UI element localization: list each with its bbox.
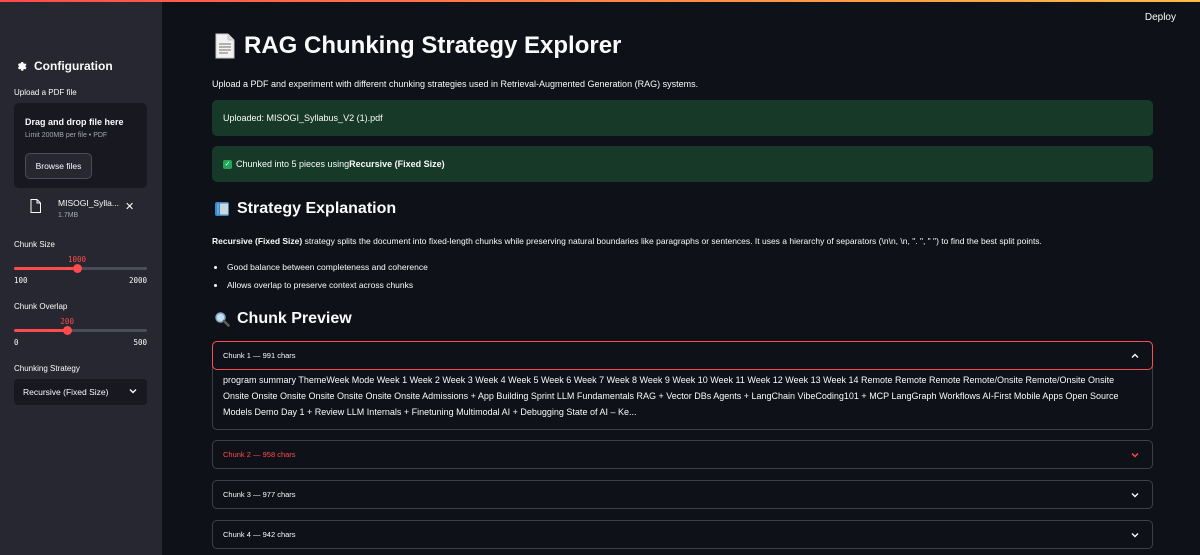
preview-heading: Chunk Preview [214,310,352,328]
file-dropzone[interactable]: Drag and drop file here Limit 200MB per … [14,103,147,188]
chunk-overlap-label: Chunk Overlap [14,302,68,311]
chunk-size-label: Chunk Size [14,240,55,249]
file-size: 1.7MB [58,212,79,219]
intro-text: Upload a PDF and experiment with differe… [212,79,699,89]
chunk-size-slider[interactable]: 1000 100 2000 [14,255,147,286]
chunk-expander-header[interactable]: Chunk 3 — 977 chars [213,481,1152,508]
chunk-overlap-slider[interactable]: 200 0 500 [14,317,147,348]
chevron-down-icon [1131,533,1139,538]
slider-value: 200 [60,317,74,326]
sidebar-title: Configuration [16,59,113,73]
gear-icon [17,62,27,71]
chunk-label: Chunk 2 — 958 chars [223,450,296,459]
upload-success-text: Uploaded: MISOGI_Syllabus_V2 (1).pdf [223,113,383,123]
page-title: RAG Chunking Strategy Explorer [214,32,621,60]
magnifier-icon [215,312,230,327]
chunk-label: Chunk 3 — 977 chars [223,490,296,499]
slider-min: 100 [14,276,28,285]
slider-track [14,329,147,332]
chunk-expander-header[interactable]: Chunk 1 — 991 chars [212,341,1153,370]
list-item: Good balance between completeness and co… [214,262,428,272]
chunk-success-text: Chunked into 5 pieces using [236,159,350,169]
sidebar-title-text: Configuration [34,59,113,73]
dropzone-title: Drag and drop file here [25,117,124,127]
chunk-expander-2: Chunk 2 — 958 chars [212,440,1153,469]
sidebar: Configuration Upload a PDF file Drag and… [0,2,162,555]
slider-thumb[interactable] [72,264,82,273]
page-title-text: RAG Chunking Strategy Explorer [244,32,622,59]
strategy-select-value: Recursive (Fixed Size) [23,387,109,397]
slider-thumb[interactable] [62,326,72,335]
dropzone-limit: Limit 200MB per file • PDF [25,132,108,139]
upload-label: Upload a PDF file [14,88,77,97]
strategy-heading-text: Strategy Explanation [237,200,397,217]
chunk-label: Chunk 1 — 991 chars [223,351,296,360]
chunk-success-alert: ✓ Chunked into 5 pieces using Recursive … [212,146,1153,182]
strategy-select[interactable]: Recursive (Fixed Size) [14,379,147,405]
slider-fill [14,329,68,332]
list-item-text: Good balance between completeness and co… [227,262,428,272]
chunk-expander-4: Chunk 4 — 942 chars [212,520,1153,549]
list-item-text: Allows overlap to preserve context acros… [227,280,414,290]
chunk-expander-header[interactable]: Chunk 2 — 958 chars [213,441,1152,468]
slider-max: 2000 [128,276,147,285]
bullet-dot [214,266,217,269]
book-icon [215,202,229,216]
list-item: Allows overlap to preserve context acros… [214,280,413,290]
slider-fill [14,267,77,270]
slider-value: 1000 [67,255,87,264]
browse-files-button[interactable]: Browse files [25,153,92,179]
strategy-name: Recursive (Fixed Size) [212,236,303,246]
bullet-dot [214,284,217,287]
slider-max: 500 [133,338,147,347]
deploy-button[interactable]: Deploy [1145,12,1176,23]
chevron-down-icon [1131,453,1139,458]
chevron-up-icon [1131,353,1139,358]
checkmark-icon: ✓ [223,159,232,169]
chunk-expander-3: Chunk 3 — 977 chars [212,480,1153,509]
strategy-label: Chunking Strategy [14,364,80,373]
uploaded-file: MISOGI_Sylla... 1.7MB ✕ [30,198,140,224]
chevron-down-icon [1131,493,1139,498]
chunk-label: Chunk 4 — 942 chars [223,530,296,539]
chunk-success-strategy: Recursive (Fixed Size) [349,159,445,169]
strategy-heading: Strategy Explanation [214,200,396,218]
upload-success-alert: Uploaded: MISOGI_Syllabus_V2 (1).pdf [212,100,1153,136]
file-name: MISOGI_Sylla... [58,198,119,208]
strategy-description: strategy splits the document into fixed-… [302,236,1042,246]
chunk-text: program summary ThemeWeek Mode Week 1 We… [223,375,1119,417]
document-icon [215,33,235,59]
chunk-expander-header[interactable]: Chunk 4 — 942 chars [213,521,1152,548]
remove-file-icon[interactable]: ✕ [125,200,134,213]
strategy-explanation: Recursive (Fixed Size) strategy splits t… [212,236,1172,246]
chunk-expander-1: Chunk 1 — 991 chars program summary Them… [212,341,1153,430]
file-icon [30,199,41,213]
chevron-down-icon [129,389,137,394]
slider-min: 0 [14,338,19,347]
main-content: Deploy RAG Chunking Strategy Explorer Up… [162,2,1200,555]
preview-heading-text: Chunk Preview [237,310,352,327]
